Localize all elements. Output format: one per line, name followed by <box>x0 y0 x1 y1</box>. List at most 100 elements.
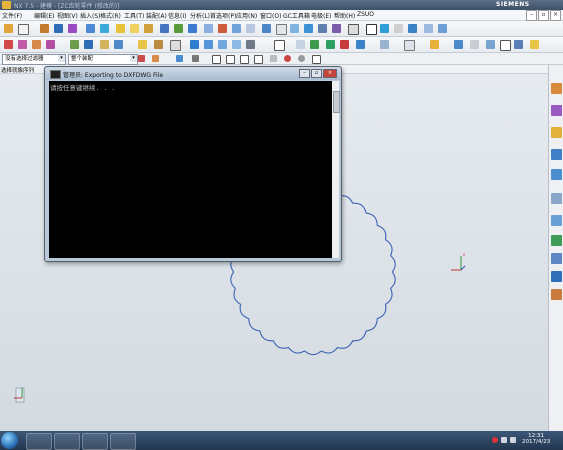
shaded-icon[interactable] <box>154 40 163 49</box>
taskbar-console-icon[interactable] <box>110 433 136 450</box>
menu-help[interactable]: 帮助(H) <box>334 11 355 20</box>
redo-icon[interactable] <box>100 24 109 33</box>
type-filter-dropdown[interactable]: 没有选择过滤器 ▾ <box>2 54 66 65</box>
pan-icon[interactable] <box>100 40 109 49</box>
web-browser-icon[interactable] <box>551 193 562 204</box>
delete-icon[interactable] <box>340 40 349 49</box>
grid-icon[interactable] <box>32 40 41 49</box>
line-icon[interactable] <box>380 24 389 33</box>
arc-icon[interactable] <box>394 24 403 33</box>
menu-analysis[interactable]: 分析(L) <box>190 11 210 20</box>
system-clock[interactable]: 12:31 2017/4/23 <box>522 433 550 445</box>
spline-icon[interactable] <box>408 24 417 33</box>
menu-application[interactable]: 应用(N) <box>236 11 257 20</box>
menu-gc-toolbox[interactable]: GC工具箱 <box>283 11 310 20</box>
drafting-icon[interactable] <box>500 40 511 51</box>
pattern-icon[interactable] <box>318 24 327 33</box>
snap-intersection-icon[interactable] <box>270 55 277 62</box>
project-curve-icon[interactable] <box>438 24 447 33</box>
menu-edit[interactable]: 编辑(E) <box>34 11 54 20</box>
restore-button[interactable]: ▫ <box>538 10 549 21</box>
offset-curve-icon[interactable] <box>424 24 433 33</box>
system-materials-icon[interactable] <box>551 235 562 246</box>
menu-insert[interactable]: 插入(S) <box>80 11 101 20</box>
menu-information[interactable]: 信息(I) <box>168 11 186 20</box>
console-window[interactable]: 管理员: Exporting to DXFDWG File – ▫ × 请按任意… <box>44 66 342 262</box>
paste-icon[interactable] <box>144 24 153 33</box>
open-folder-icon[interactable] <box>40 24 49 33</box>
datum-plane-icon[interactable] <box>276 24 287 35</box>
right-view-icon[interactable] <box>218 40 227 49</box>
snap-arc-center-icon[interactable] <box>298 55 305 62</box>
menu-view[interactable]: 视图(V) <box>57 11 78 20</box>
assembly-icon[interactable] <box>486 40 495 49</box>
sketch-icon[interactable] <box>160 24 169 33</box>
expression-icon[interactable] <box>430 40 439 49</box>
console-minimize-button[interactable]: – <box>299 69 310 78</box>
menu-assemblies[interactable]: 装配(A) <box>146 11 167 20</box>
hd3d-tools-icon[interactable] <box>551 169 562 180</box>
history-palette-icon[interactable] <box>551 215 562 226</box>
menu-electrode[interactable]: 电极(E) <box>311 11 331 20</box>
cut-icon[interactable] <box>116 24 125 33</box>
taskbar-explorer-icon[interactable] <box>54 433 80 450</box>
volume-icon[interactable] <box>510 437 516 443</box>
tray-alert-icon[interactable] <box>492 437 498 443</box>
select-faces-icon[interactable] <box>176 55 183 62</box>
part-navigator-tab-icon[interactable] <box>551 127 562 138</box>
point-icon[interactable] <box>18 40 27 49</box>
new-file-icon[interactable] <box>18 24 29 35</box>
close-button[interactable]: × <box>550 10 561 21</box>
console-maximize-button[interactable]: ▫ <box>311 69 322 78</box>
measure-icon[interactable] <box>380 40 389 49</box>
show-hide-icon[interactable] <box>296 40 305 49</box>
menu-tools[interactable]: 工具(T) <box>124 11 144 20</box>
boss-icon[interactable] <box>218 24 227 33</box>
layer-icon[interactable] <box>46 40 55 49</box>
menu-file[interactable]: 文件(F) <box>2 11 22 20</box>
snap-icon[interactable] <box>4 40 13 49</box>
taskbar-app-icon[interactable] <box>82 433 108 450</box>
select-edges-icon[interactable] <box>192 55 199 62</box>
unite-icon[interactable] <box>246 24 255 33</box>
reuse-library-icon[interactable] <box>551 149 562 160</box>
history-icon[interactable] <box>470 40 479 49</box>
snap-point-icon[interactable] <box>284 55 291 62</box>
color-icon[interactable] <box>356 40 365 49</box>
console-scrollbar[interactable] <box>332 81 340 258</box>
hole-icon[interactable] <box>204 24 213 33</box>
minimize-button[interactable]: – <box>526 10 537 21</box>
edge-blend-icon[interactable] <box>262 24 271 33</box>
wireframe-icon[interactable] <box>170 40 181 51</box>
menu-zsuo[interactable]: ZSUO <box>357 11 374 18</box>
console-close-button[interactable]: × <box>323 69 337 78</box>
pocket-icon[interactable] <box>232 24 241 33</box>
snap-midpoint-icon[interactable] <box>226 55 235 64</box>
display-green-icon[interactable] <box>310 40 319 49</box>
roles-icon[interactable] <box>551 271 562 282</box>
extrude-icon[interactable] <box>174 24 183 33</box>
select-features-icon[interactable] <box>152 55 159 62</box>
console-scroll-thumb[interactable] <box>333 91 340 113</box>
move-object-icon[interactable] <box>326 40 335 49</box>
system-scenes-icon[interactable] <box>551 289 562 300</box>
snap-endpoint-icon[interactable] <box>212 55 221 64</box>
trim-body-icon[interactable] <box>348 24 359 35</box>
shell-icon[interactable] <box>304 24 313 33</box>
wcs-icon[interactable] <box>404 40 415 51</box>
fit-view-icon[interactable] <box>70 40 79 49</box>
perspective-icon[interactable] <box>138 40 147 49</box>
lightbulb-icon[interactable] <box>530 40 539 49</box>
menu-window[interactable]: 窗口(O) <box>260 11 281 20</box>
network-icon[interactable] <box>501 437 507 443</box>
process-studio-icon[interactable] <box>551 253 562 264</box>
snap-quadrant-icon[interactable] <box>254 55 263 64</box>
snap-tangent-icon[interactable] <box>312 55 321 64</box>
section-view-icon[interactable] <box>274 40 285 51</box>
console-output[interactable]: 请按任意键继续. . . <box>49 81 332 258</box>
menu-preferences[interactable]: 首选项(P) <box>210 11 236 20</box>
print-icon[interactable] <box>68 24 77 33</box>
filter-reset-icon[interactable] <box>138 55 145 62</box>
console-title-bar[interactable]: 管理员: Exporting to DXFDWG File – ▫ × <box>45 67 341 80</box>
taskbar-nx-icon[interactable] <box>26 433 52 450</box>
